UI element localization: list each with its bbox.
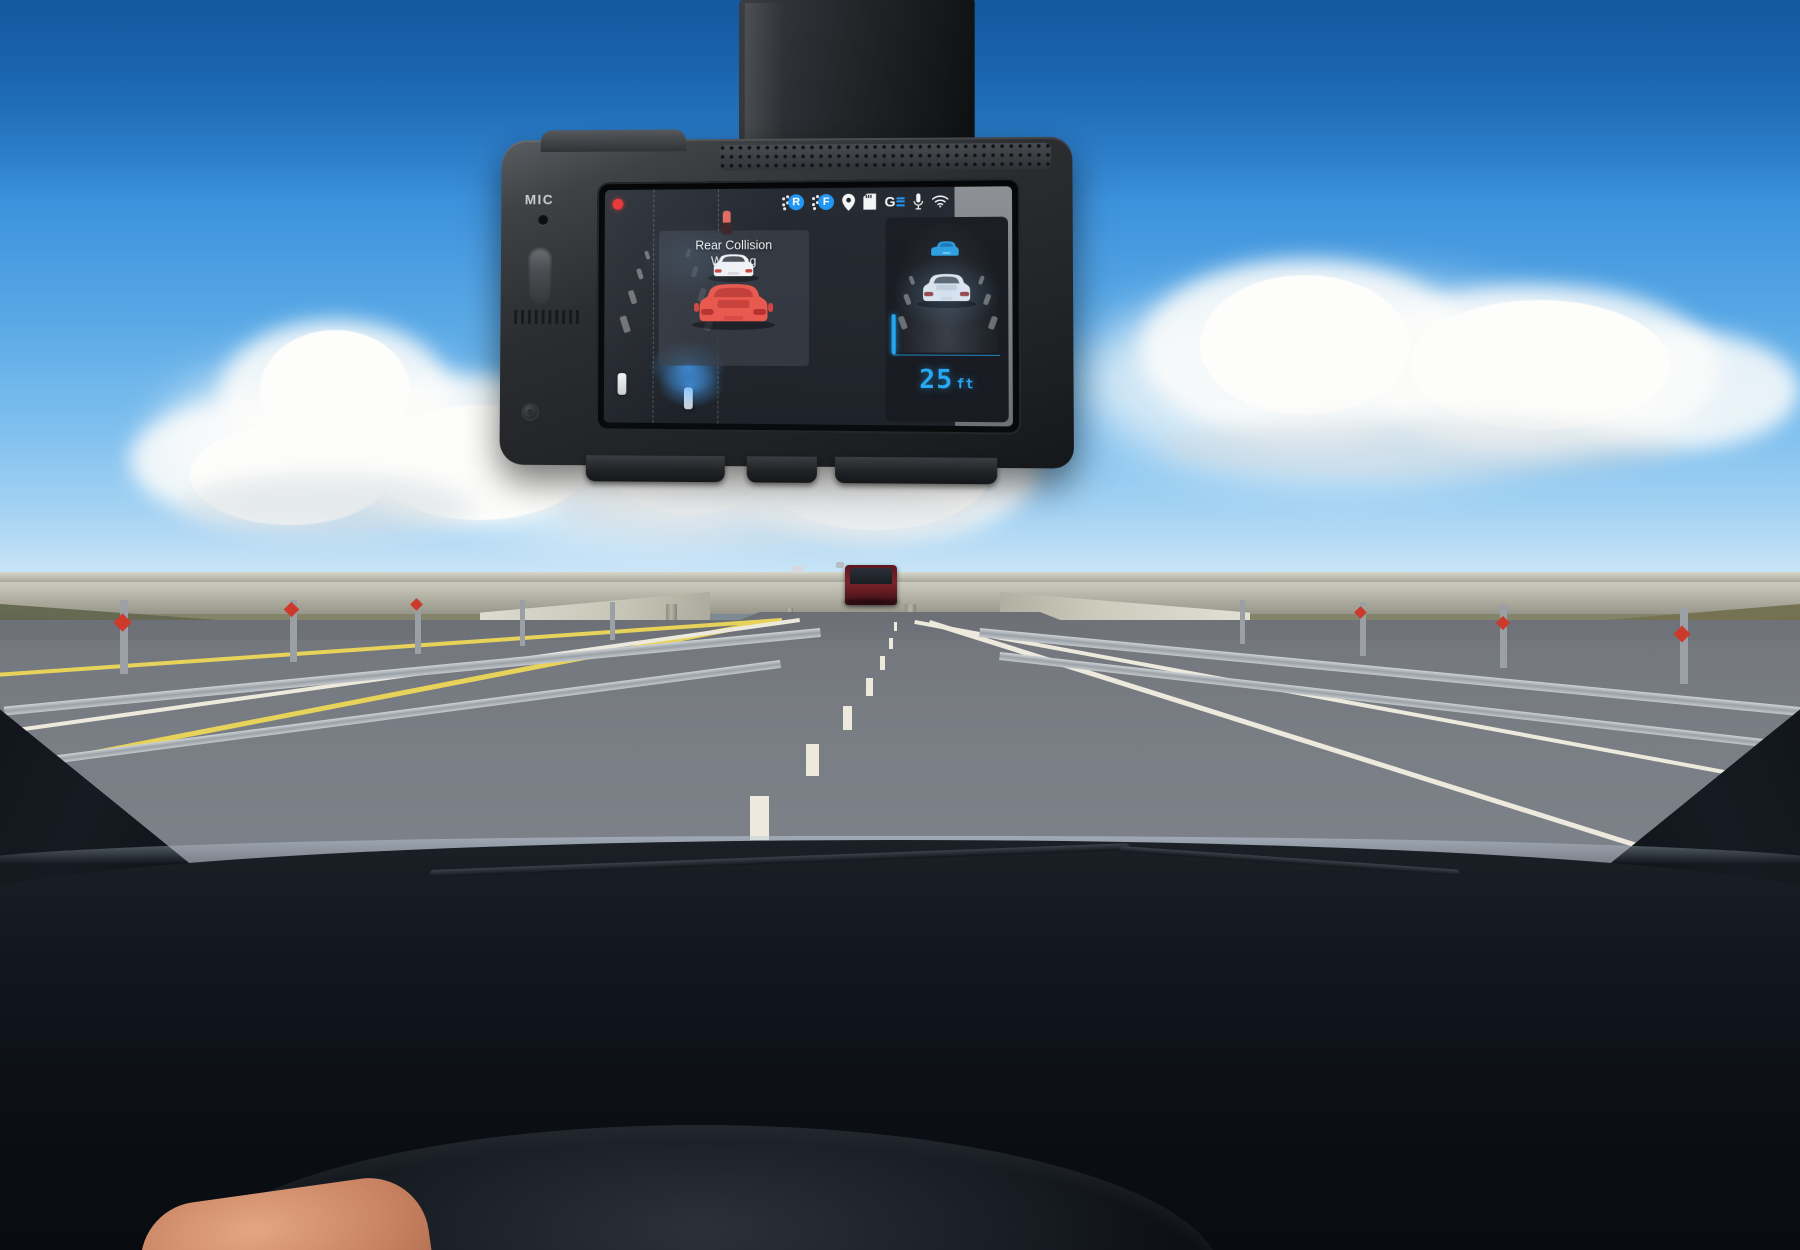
- sd-card-icon[interactable]: [863, 193, 877, 210]
- dash-cam-top-ridge: [540, 129, 687, 153]
- g-sensor-letter: G: [884, 193, 896, 210]
- distance-readout: 25 ft: [886, 365, 1009, 396]
- vent-center: [746, 456, 817, 483]
- power-side-button[interactable]: [527, 246, 552, 304]
- dash-cam-bottom-vents: [509, 447, 1066, 485]
- wifi-icon[interactable]: [932, 194, 948, 208]
- lane-dash: [806, 744, 819, 776]
- proximity-bar: [891, 314, 896, 355]
- vent-right: [835, 456, 998, 485]
- bollard-glow: [658, 363, 724, 408]
- distance-value: 25: [919, 364, 954, 396]
- g-sensor-icon[interactable]: G: [884, 193, 905, 210]
- vehicle-far-1: [793, 566, 803, 573]
- status-icon-tray: R F G: [782, 192, 948, 211]
- dash-cam-device[interactable]: MIC R F G Rear Collision 25 ft: [497, 0, 1075, 485]
- microphone-hole: [538, 215, 549, 225]
- lane-dash: [889, 638, 893, 649]
- dash-cam-screen[interactable]: R F G Rear Collision 25 ft: [603, 186, 1013, 427]
- lane-dash: [880, 656, 885, 670]
- g-sensor-bars-icon: [896, 196, 905, 206]
- vehicle-ahead-window: [850, 568, 892, 584]
- rear-camera-badge-label: R: [788, 194, 805, 211]
- screen-bezel: R F G Rear Collision 25 ft: [597, 180, 1020, 433]
- cloud-cluster-right: [1080, 240, 1800, 540]
- vehicle-ahead-shadow: [843, 599, 899, 605]
- dash-cam-mount: [738, 0, 975, 150]
- distance-unit: ft: [956, 377, 975, 393]
- front-camera-badge-label: F: [818, 193, 835, 211]
- gauge-approaching-vehicle-blue: [930, 239, 963, 258]
- lane-bollard-left: [617, 373, 627, 395]
- vent-left: [585, 455, 725, 483]
- guardrail-post: [1240, 600, 1245, 644]
- side-vent-slots: [514, 309, 579, 324]
- front-camera-status-icon[interactable]: F: [812, 193, 835, 211]
- lane-dash: [750, 796, 769, 840]
- lane-dash: [894, 622, 897, 631]
- guardrail-post: [120, 600, 128, 674]
- speaker-grille: [719, 142, 1052, 171]
- screen-status-bar: R F G: [605, 187, 955, 218]
- guardrail-post: [1680, 608, 1688, 684]
- guardrail-post: [520, 600, 525, 646]
- overpass-deck: [0, 580, 1800, 614]
- headlight-beam: [639, 218, 748, 299]
- dash-cam-body: MIC R F G Rear Collision 25 ft: [499, 129, 1075, 485]
- rear-camera-status-icon[interactable]: R: [782, 193, 805, 211]
- gps-pin-icon[interactable]: [842, 193, 856, 211]
- gauge-headlight-glow: [891, 257, 1003, 329]
- overpass-railing: [0, 572, 1800, 582]
- forward-distance-gauge: 25 ft: [885, 216, 1009, 423]
- lane-dash: [866, 678, 873, 696]
- microphone-status-icon[interactable]: [913, 192, 924, 210]
- mic-label: MIC: [524, 191, 555, 208]
- proximity-baseline: [893, 354, 1001, 356]
- status-led: [523, 405, 538, 420]
- lane-dash: [843, 706, 852, 730]
- guardrail-post: [1500, 604, 1507, 668]
- vehicle-far-2: [836, 562, 844, 568]
- guardrail-post: [610, 602, 615, 640]
- recording-indicator-icon: [612, 198, 624, 210]
